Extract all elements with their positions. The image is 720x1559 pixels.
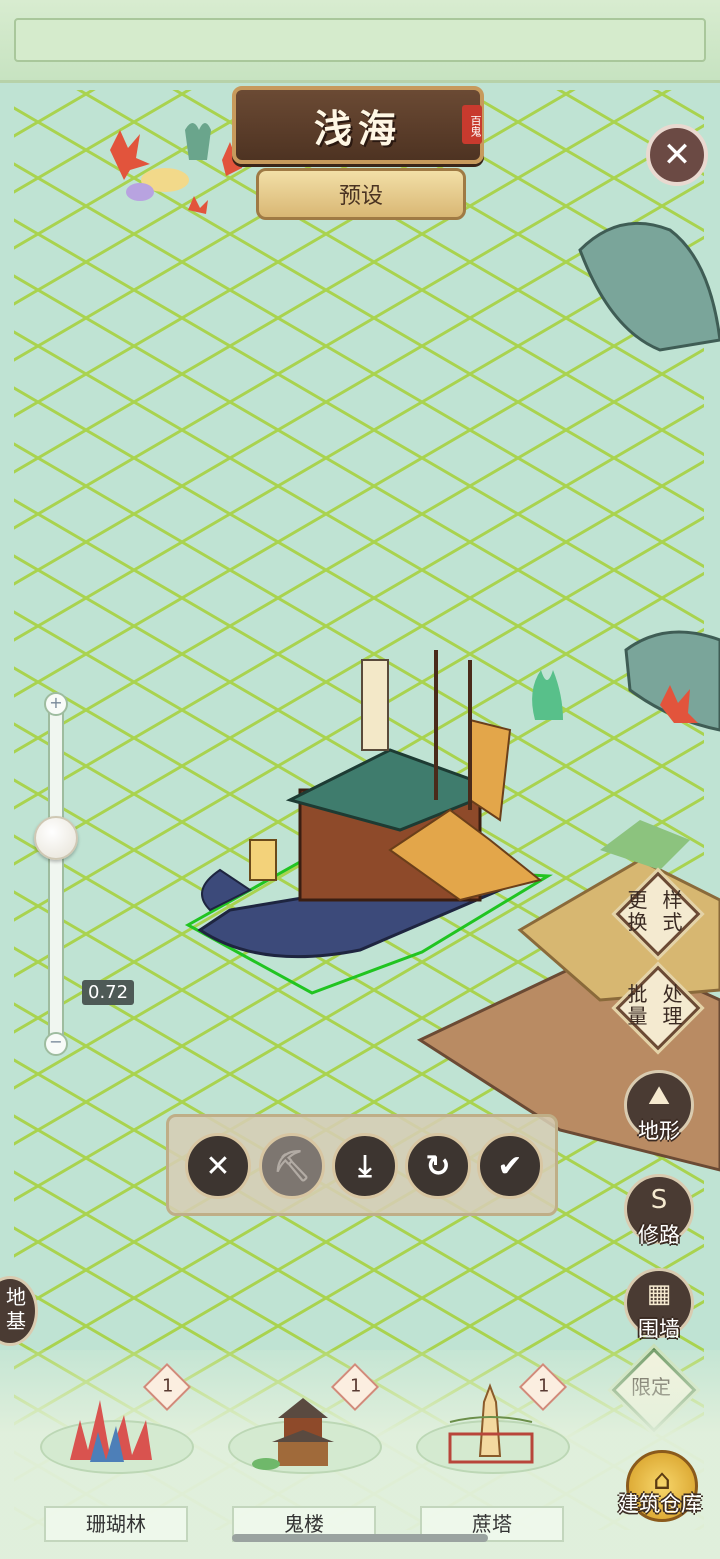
terrain-label: 地形 — [638, 1119, 680, 1143]
rotate-icon: ↻ — [425, 1148, 451, 1184]
axe-icon: ⛏ — [272, 1148, 312, 1184]
wall-button[interactable]: ▦ 围墙 — [624, 1268, 694, 1341]
foundation-label: 地基 — [6, 1285, 26, 1333]
warehouse-label: 建筑仓库 — [618, 1492, 702, 1516]
demolish-button[interactable]: ⛏ — [259, 1133, 325, 1199]
terrain-button[interactable]: ⛰ 地形 — [624, 1070, 694, 1143]
cancel-button[interactable]: ✕ — [185, 1133, 251, 1199]
road-icon: S — [650, 1185, 668, 1215]
build-action-bar: ✕ ⛏ ⤓ ↻ ✔ — [166, 1114, 558, 1216]
ghost-tower-icon — [252, 1398, 334, 1470]
download-icon: ⤓ — [358, 1148, 372, 1184]
confirm-button[interactable]: ✔ — [477, 1133, 543, 1199]
change-style-button[interactable]: 更换 样式 — [615, 871, 701, 957]
area-title-plaque: 浅海 — [232, 86, 484, 164]
area-title: 浅海 — [313, 105, 402, 151]
wall-label: 围墙 — [638, 1317, 680, 1341]
store-button[interactable]: ⤓ — [332, 1133, 398, 1199]
building-name: 珊瑚林 — [44, 1506, 188, 1542]
zoom-slider-handle[interactable] — [34, 816, 78, 860]
zoom-value-label: 0.72 — [82, 980, 135, 1005]
seal-stamp: 百鬼 — [462, 105, 482, 144]
zoom-in-icon[interactable]: + — [44, 692, 68, 716]
road-button[interactable]: S 修路 — [624, 1174, 694, 1247]
wall-icon: ▦ — [646, 1279, 672, 1309]
close-icon: ✕ — [205, 1148, 231, 1184]
change-style-label: 更换 样式 — [627, 888, 683, 934]
building-card-coral-forest[interactable]: 1 珊瑚林 — [40, 1360, 200, 1550]
batch-process-label: 批量 处理 — [627, 982, 683, 1028]
close-button[interactable]: ✕ — [646, 124, 708, 186]
top-banner — [0, 0, 720, 83]
zoom-slider-track[interactable] — [48, 700, 64, 1048]
coral-forest-icon — [70, 1400, 152, 1462]
preset-label: 预设 — [338, 184, 383, 209]
batch-process-button[interactable]: 批量 处理 — [615, 965, 701, 1051]
rotate-button[interactable]: ↻ — [405, 1133, 471, 1199]
check-icon: ✔ — [497, 1148, 523, 1184]
road-label: 修路 — [638, 1223, 680, 1247]
building-card-cane-tower[interactable]: 1 蔗塔 — [416, 1360, 576, 1550]
mountain-icon: ⛰ — [648, 1081, 670, 1111]
preset-button[interactable]: 预设 — [256, 168, 466, 220]
zoom-out-icon[interactable]: − — [44, 1032, 68, 1056]
close-icon: ✕ — [662, 135, 692, 175]
home-indicator[interactable] — [232, 1534, 488, 1542]
building-card-ghost-tower[interactable]: 1 鬼楼 — [228, 1360, 388, 1550]
